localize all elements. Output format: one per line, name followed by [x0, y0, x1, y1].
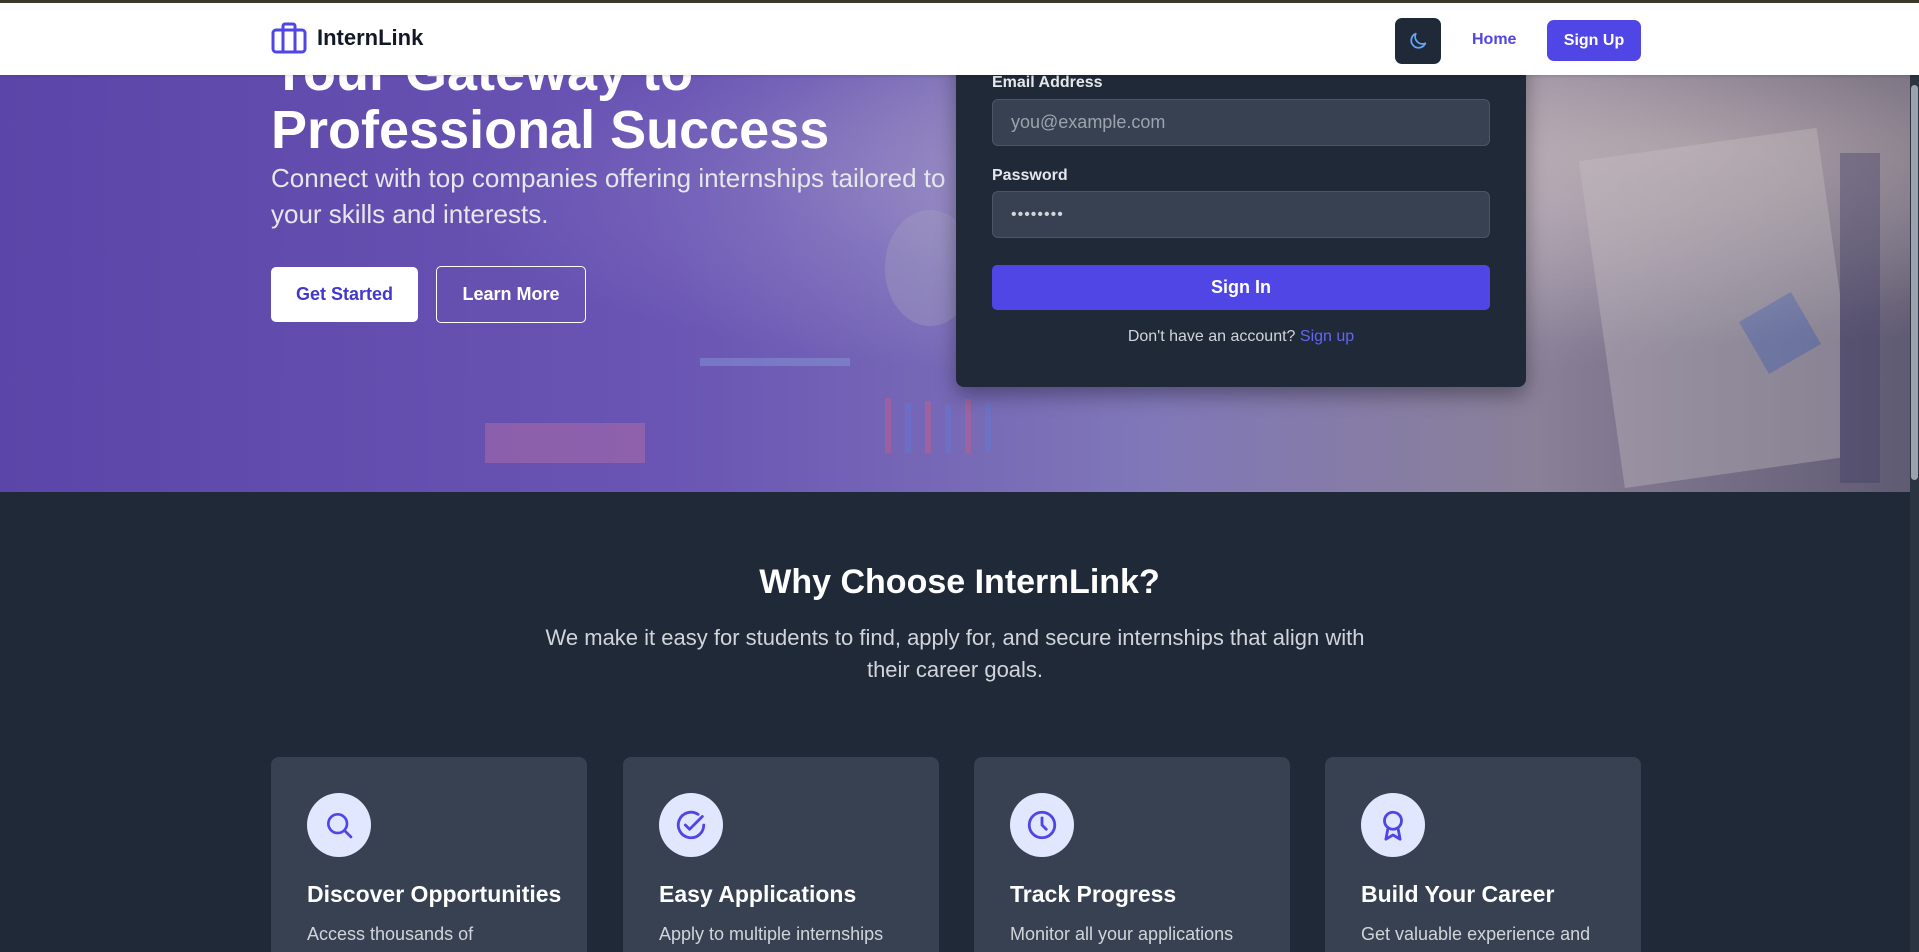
- password-label: Password: [992, 167, 1068, 184]
- feature-card: Easy Applications Apply to multiple inte…: [623, 757, 939, 952]
- feature-icon-wrap: [307, 793, 371, 857]
- brand[interactable]: InternLink: [271, 22, 423, 54]
- feature-card: Discover Opportunities Access thousands …: [271, 757, 587, 952]
- hero-subtitle: Connect with top companies offering inte…: [271, 163, 946, 229]
- sign-up-link[interactable]: Sign up: [1300, 328, 1354, 345]
- no-account-label: Don't have an account?: [1127, 328, 1296, 345]
- feature-icon-wrap: [1010, 793, 1074, 857]
- nav-sign-up-button[interactable]: Sign Up: [1547, 20, 1641, 61]
- feature-description: Get valuable experience and: [1361, 924, 1591, 944]
- feature-description: Access thousands of: [307, 924, 474, 944]
- search-icon: [327, 813, 353, 839]
- feature-icon-wrap: [659, 793, 723, 857]
- hero-title-line2: Professional Success: [271, 100, 830, 160]
- top-border: [0, 0, 1919, 3]
- clock-icon: [1027, 810, 1057, 840]
- feature-description: Monitor all your applications: [1010, 924, 1234, 944]
- feature-card: Track Progress Monitor all your applicat…: [974, 757, 1290, 952]
- get-started-button[interactable]: Get Started: [271, 267, 418, 322]
- learn-more-button[interactable]: Learn More: [436, 266, 586, 323]
- feature-title: Build Your Career: [1361, 881, 1555, 907]
- nav-home-link[interactable]: Home: [1472, 31, 1516, 49]
- award-icon: [1383, 810, 1403, 841]
- hero-section: Your Gateway to Professional Success Con…: [0, 3, 1919, 492]
- email-field[interactable]: you@example.com: [992, 99, 1490, 146]
- feature-description: Apply to multiple internships: [659, 924, 884, 944]
- check-circle-icon: [676, 810, 706, 840]
- page-scrollbar-thumb[interactable]: [1911, 85, 1918, 480]
- feature-title: Discover Opportunities: [307, 881, 562, 907]
- top-navbar: InternLink Home Sign Up: [0, 3, 1919, 75]
- feature-title: Easy Applications: [659, 881, 857, 907]
- briefcase-icon: [271, 22, 307, 54]
- theme-toggle-button[interactable]: [1395, 18, 1441, 64]
- brand-name: InternLink: [317, 25, 424, 50]
- feature-title: Track Progress: [1010, 881, 1177, 907]
- email-label: Email Address: [992, 74, 1103, 91]
- features-subtitle: We make it easy for students to find, ap…: [545, 625, 1365, 682]
- features-title: Why Choose InternLink?: [759, 563, 1160, 601]
- sign-in-button[interactable]: Sign In: [992, 265, 1490, 310]
- no-account-text: Don't have an account? Sign up: [956, 328, 1526, 346]
- feature-card: Build Your Career Get valuable experienc…: [1325, 757, 1641, 952]
- moon-icon: [1410, 32, 1427, 49]
- feature-icon-wrap: [1361, 793, 1425, 857]
- password-field[interactable]: ••••••••: [992, 191, 1490, 238]
